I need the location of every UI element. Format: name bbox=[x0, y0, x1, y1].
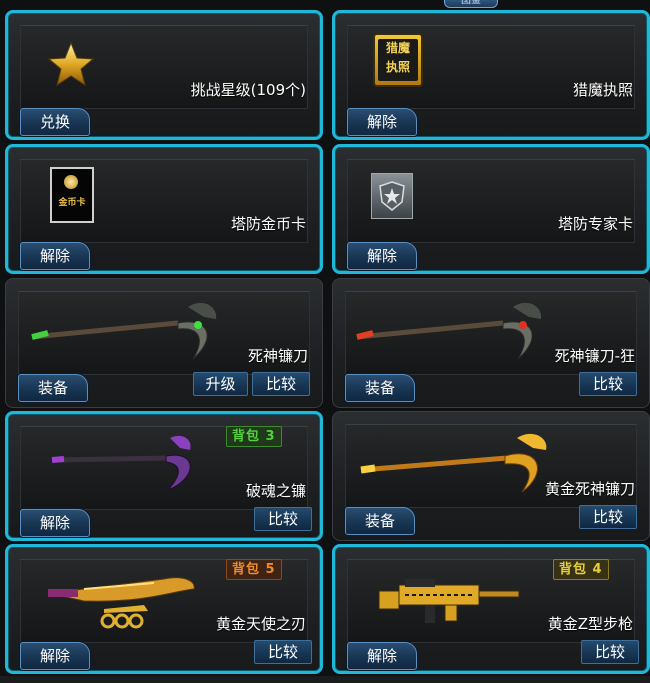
scythe-red-icon bbox=[356, 302, 542, 360]
equip-button[interactable]: 装备 bbox=[18, 374, 88, 402]
card-soul-breaker-scythe[interactable]: 背包 3 破魂之镰 解除 比较 bbox=[5, 411, 323, 541]
card-name: 黄金天使之刃 bbox=[215, 615, 306, 633]
card-name: 挑战星级(109个) bbox=[190, 81, 306, 99]
coin-icon bbox=[64, 175, 78, 189]
remove-button[interactable]: 解除 bbox=[347, 242, 417, 270]
compare-button[interactable]: 比较 bbox=[254, 640, 312, 664]
hunter-license-icon: 猎魔 执照 bbox=[373, 33, 423, 87]
card-name: 黄金死神镰刀 bbox=[544, 480, 635, 498]
card-golden-angel-blade[interactable]: 背包 5 黄金天使之刃 解除 比较 bbox=[5, 544, 323, 674]
card-reaper-scythe-berserk[interactable]: 死神镰刀-狂 装备 比较 bbox=[332, 278, 650, 408]
gold-star-icon bbox=[47, 41, 95, 87]
shield-icon bbox=[379, 181, 405, 211]
card-reaper-scythe[interactable]: 死神镰刀 装备 升级 比较 bbox=[5, 278, 323, 408]
remove-button[interactable]: 解除 bbox=[20, 242, 90, 270]
backpack-tag: 背包 4 bbox=[553, 559, 609, 580]
card-name: 死神镰刀-狂 bbox=[554, 347, 635, 365]
compare-button[interactable]: 比较 bbox=[581, 640, 639, 664]
remove-button[interactable]: 解除 bbox=[20, 642, 90, 670]
card-challenge-stars[interactable]: 挑战星级(109个) 兑换 bbox=[5, 10, 323, 140]
card-icon-text: 金币卡 bbox=[58, 198, 86, 208]
scythe-purple-icon bbox=[51, 435, 191, 491]
card-golden-z-rifle[interactable]: 背包 4 黄金Z型步枪 解除 比较 bbox=[332, 544, 650, 674]
upgrade-button[interactable]: 升级 bbox=[193, 372, 248, 396]
card-name: 死神镰刀 bbox=[247, 347, 308, 365]
equip-button[interactable]: 装备 bbox=[345, 374, 415, 402]
scythe-gold-icon bbox=[360, 433, 547, 493]
scythe-green-icon bbox=[31, 302, 217, 360]
exchange-button[interactable]: 兑换 bbox=[20, 108, 90, 136]
card-name: 黄金Z型步枪 bbox=[547, 615, 633, 633]
backpack-tag: 背包 3 bbox=[226, 426, 282, 447]
card-tower-gold-card[interactable]: 金币卡 塔防金币卡 解除 bbox=[5, 144, 323, 274]
expert-card-icon bbox=[371, 173, 413, 219]
backpack-tag: 背包 5 bbox=[226, 559, 282, 580]
top-tab[interactable]: 图鉴 bbox=[444, 0, 498, 8]
golden-rifle-icon bbox=[378, 579, 520, 623]
license-text: 猎魔 执照 bbox=[378, 39, 418, 81]
card-tower-expert-card[interactable]: 塔防专家卡 解除 bbox=[332, 144, 650, 274]
remove-button[interactable]: 解除 bbox=[347, 108, 417, 136]
bottom-strip bbox=[0, 676, 650, 683]
golden-blade-icon bbox=[47, 577, 195, 629]
card-name: 塔防专家卡 bbox=[557, 215, 633, 233]
compare-button[interactable]: 比较 bbox=[579, 505, 637, 529]
card-name: 猎魔执照 bbox=[572, 81, 633, 99]
compare-button[interactable]: 比较 bbox=[254, 507, 312, 531]
remove-button[interactable]: 解除 bbox=[20, 509, 90, 537]
card-golden-reaper-scythe[interactable]: 黄金死神镰刀 装备 比较 bbox=[332, 411, 650, 541]
compare-button[interactable]: 比较 bbox=[252, 372, 310, 396]
card-name: 塔防金币卡 bbox=[230, 215, 306, 233]
compare-button[interactable]: 比较 bbox=[579, 372, 637, 396]
equip-button[interactable]: 装备 bbox=[345, 507, 415, 535]
card-name: 破魂之镰 bbox=[245, 482, 306, 500]
card-hunter-license[interactable]: 猎魔 执照 猎魔执照 解除 bbox=[332, 10, 650, 140]
remove-button[interactable]: 解除 bbox=[347, 642, 417, 670]
gold-coin-card-icon: 金币卡 bbox=[50, 167, 94, 223]
